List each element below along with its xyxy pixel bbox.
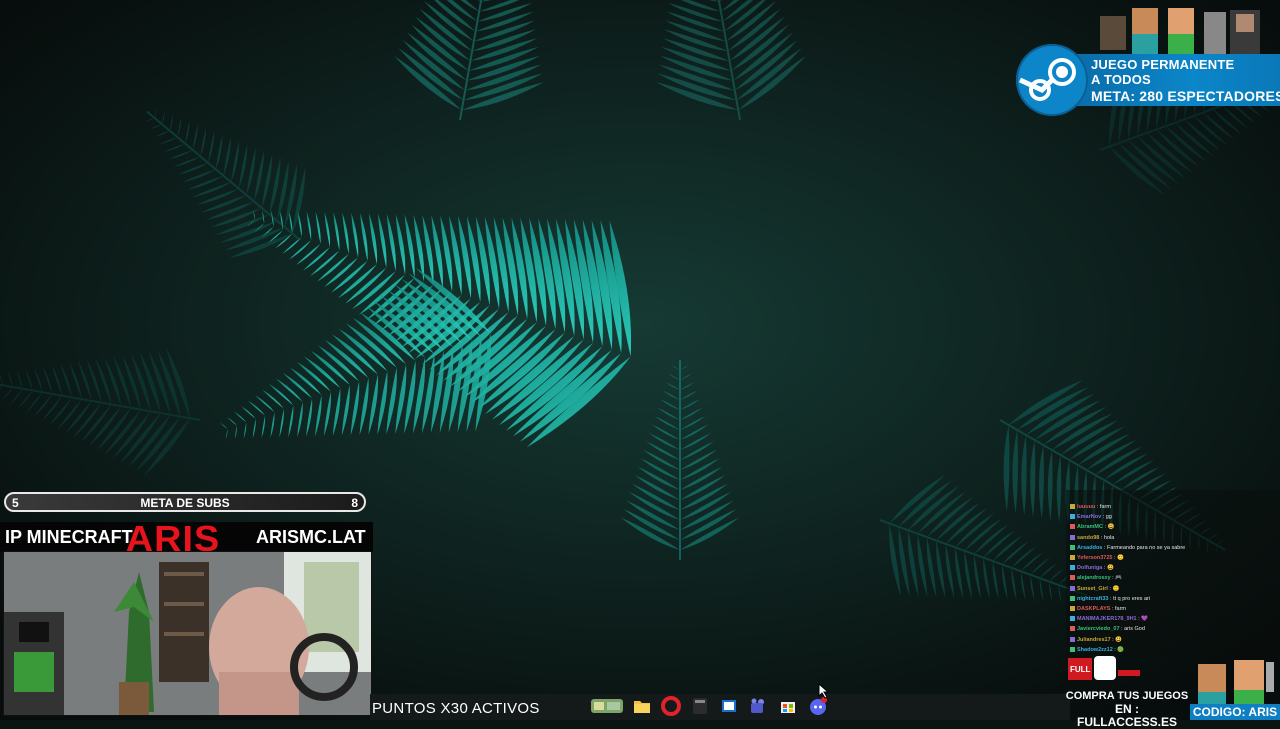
chat-message: Arsaddos : Farmeando para no se ya sabre — [1070, 543, 1185, 553]
chat-text: : tt q pro eres ari — [1110, 595, 1151, 602]
chat-username: Sunset_Girl — [1077, 585, 1108, 592]
minecraft-ip-banner: IP MINECRAFT ARIS ARISMC.LAT — [0, 518, 373, 559]
widgets-icon[interactable] — [590, 696, 624, 716]
chat-username: Dolfuniga — [1077, 565, 1103, 572]
webcam-feed — [3, 551, 372, 716]
file-explorer-icon[interactable] — [632, 696, 652, 716]
chat-message: Yeferson3725 : 🙂 — [1070, 553, 1124, 563]
chat-badge-icon — [1070, 555, 1075, 561]
promo-line-2: A TODOS — [1091, 72, 1151, 87]
chat-text: : hola — [1100, 534, 1115, 541]
chat-username: sando98 — [1077, 534, 1100, 541]
chat-username: Shadow2zz12 — [1077, 646, 1113, 653]
chat-username: Arsaddos — [1077, 544, 1103, 551]
chat-badge-icon — [1070, 534, 1075, 540]
minecraft-ip-label: IP MINECRAFT — [5, 527, 133, 547]
fullaccess-characters — [1190, 656, 1280, 704]
chat-username: Yeferson3725 — [1077, 555, 1113, 561]
store-icon[interactable] — [778, 696, 798, 716]
chat-message: Juliandres17 : 😃 — [1070, 635, 1122, 645]
chat-message: DASKPLAYS : farm — [1070, 604, 1126, 614]
chat-text: : Farmeando para no se ya sabre — [1103, 544, 1186, 551]
promo-goal-label: META: — [1091, 88, 1136, 104]
discord-icon[interactable] — [808, 696, 828, 716]
chat-text: : 🟢 — [1114, 646, 1125, 653]
calculator-icon[interactable] — [690, 696, 710, 716]
chat-badge-icon — [1070, 544, 1075, 550]
chat-username: luuuuu — [1077, 504, 1096, 510]
teams-icon[interactable] — [748, 696, 768, 716]
chat-badge-icon — [1070, 616, 1075, 622]
chat-badge-icon — [1070, 524, 1075, 530]
chat-username: EmarNov — [1077, 514, 1102, 521]
chat-text: : farm — [1111, 606, 1127, 612]
chat-badge-icon — [1070, 575, 1075, 581]
chat-badge-icon — [1070, 565, 1075, 571]
chat-text: : 🎮 — [1112, 575, 1123, 582]
fullaccess-discount-code: CODIGO: ARIS — [1190, 704, 1280, 720]
chat-badge-icon — [1070, 504, 1075, 510]
promo-goal-value: 280 ESPECTADORES — [1139, 88, 1280, 104]
mail-icon[interactable] — [719, 696, 739, 716]
chat-text: : 😃 — [1112, 636, 1123, 643]
steam-giveaway-banner: JUEGO PERMANENTE A TODOS META: 280 ESPECT… — [1016, 44, 1280, 116]
points-ticker: PUNTOS X30 ACTIVOS — [372, 700, 540, 717]
chat-username: Javiercviedo_07 — [1077, 626, 1120, 633]
chat-badge-icon — [1070, 606, 1075, 612]
minecraft-server-domain: ARISMC.LAT — [256, 527, 366, 547]
chat-text: : 💜 — [1138, 616, 1149, 623]
chat-text: : 🙂 — [1114, 555, 1124, 561]
fullaccess-logo-text: FULL — [1070, 665, 1091, 674]
chat-message: alejandrosxy : 🎮 — [1070, 573, 1122, 583]
chat-username: alejandrosxy — [1077, 575, 1111, 582]
chat-message: nightcraft33 : tt q pro eres ari — [1070, 594, 1150, 604]
chat-username: Juliandres17 — [1077, 636, 1111, 643]
subs-goal-bar: 5 META DE SUBS 8 — [4, 492, 366, 512]
subs-goal-target: 8 — [351, 496, 358, 510]
chat-username: DASKPLAYS — [1077, 606, 1111, 612]
chat-text: : gg — [1102, 514, 1112, 521]
chat-message: Shadow2zz12 : 🟢 — [1070, 645, 1124, 655]
chat-badge-icon — [1070, 585, 1075, 591]
mouse-cursor — [818, 683, 830, 699]
chat-badge-icon — [1070, 636, 1075, 642]
fullaccess-ad: COMPRA TUS JUEGOS EN : FULLACCESS.ES — [1064, 690, 1190, 729]
chat-username: MANIMAJKER178_9H1 — [1077, 616, 1137, 623]
chat-badge-icon — [1070, 595, 1075, 601]
chat-message: AbramMC : 😃 — [1070, 522, 1114, 532]
promo-goal: META: 280 ESPECTADORES — [1091, 88, 1280, 104]
promo-line-1: JUEGO PERMANENTE — [1091, 57, 1235, 72]
opera-browser-icon[interactable] — [661, 696, 681, 716]
fullaccess-line-2: EN : FULLACCESS.ES — [1076, 702, 1177, 729]
chat-text: : farm — [1096, 504, 1111, 510]
chat-message: Javiercviedo_07 : aris God — [1070, 624, 1145, 634]
chat-message: sando98 : hola — [1070, 533, 1114, 543]
stream-chat: luuuuu : farm EmarNov : gg AbramMC : 😃 sand… — [1066, 490, 1280, 658]
subs-goal-title: META DE SUBS — [140, 496, 230, 510]
chat-message: Dolfuniga : 😃 — [1070, 563, 1114, 573]
chat-message: Sunset_Girl : 🙂 — [1070, 584, 1119, 594]
chat-username: nightcraft33 — [1077, 595, 1109, 602]
chat-text: : 😃 — [1104, 524, 1115, 531]
chat-text: : 🙂 — [1109, 585, 1120, 592]
steam-icon — [1016, 44, 1088, 116]
chat-badge-icon — [1070, 646, 1075, 652]
chat-text: : aris God — [1121, 626, 1145, 633]
chat-message: MANIMAJKER178_9H1 : 💜 — [1070, 614, 1148, 624]
chat-message: luuuuu : farm — [1070, 502, 1111, 512]
chat-badge-icon — [1070, 514, 1075, 520]
chat-text: : 😃 — [1103, 565, 1114, 572]
chat-badge-icon — [1070, 626, 1075, 632]
chat-username: AbramMC — [1077, 524, 1103, 531]
chat-message: EmarNov : gg — [1070, 512, 1112, 522]
fullaccess-logo: FULL — [1068, 656, 1142, 682]
